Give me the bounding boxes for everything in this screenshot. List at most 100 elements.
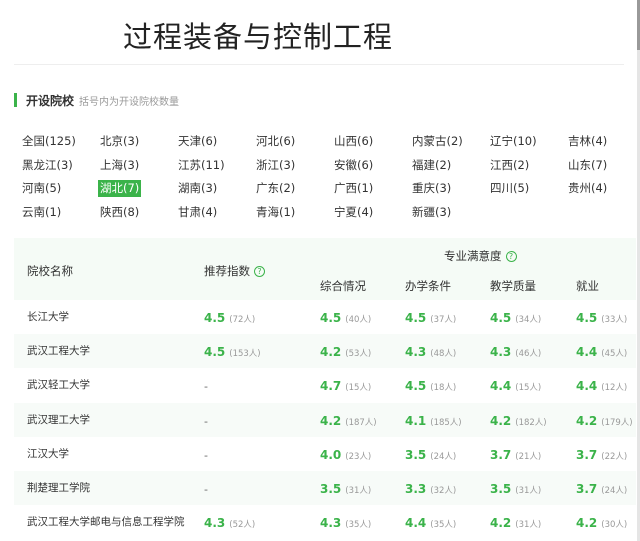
score-cell: 4.5 (18人) [405,368,456,402]
region-option[interactable]: 广西(1) [334,180,373,197]
region-option[interactable]: 浙江(3) [256,157,295,174]
score-value: 4.5 [204,345,226,360]
rating-count: (35人) [430,520,457,531]
score-cell: 4.4 (15人) [490,368,541,402]
table-row[interactable]: 武汉理工大学 -4.2 (187人) 4.1 (185人) 4.2 (182人) 4.2 (17… [14,402,636,437]
score-value: 3.3 [405,482,427,496]
region-option[interactable]: 湖北(7) [98,180,142,197]
region-option[interactable]: 湖南(3) [178,180,217,197]
region-option[interactable]: 河南(5) [22,180,61,197]
rating-count: (31人) [515,486,542,496]
school-name[interactable]: 江汉大学 [27,437,69,471]
help-icon[interactable]: ? [505,251,517,262]
score-value: 4.2 [490,413,512,428]
page-title: 过程装备与控制工程 [123,20,394,54]
region-option[interactable]: 四川(5) [490,180,529,197]
school-name[interactable]: 长江大学 [27,300,69,334]
divider [14,64,624,65]
score-cell: 4.3 (46人) [490,334,541,368]
table-row[interactable]: 荆楚理工学院 -3.5 (31人) 3.3 (32人) 3.5 (31人) 3.7 (24人) [14,471,636,505]
score-cell: 3.7 (21人) [490,437,541,471]
score-value: 4.4 [576,379,598,394]
score-value: 4.0 [320,447,342,462]
score-cell: 4.2 (179人) [576,403,633,437]
empty-score: - [204,414,208,428]
rating-count: (22人) [601,451,628,462]
score-value: 4.2 [490,516,512,531]
region-option[interactable]: 北京(3) [100,133,139,150]
region-option[interactable]: 全国(125) [22,133,76,150]
table-row[interactable]: 长江大学 4.5 (72人) 4.5 (40人) 4.5 (37人) 4.5 (34人) 4.5(… [14,300,636,334]
score-value: 4.2 [320,345,342,360]
score-value: 4.2 [320,413,342,428]
region-option[interactable]: 辽宁(10) [490,133,537,150]
region-option[interactable]: 贵州(4) [568,180,607,197]
region-option[interactable]: 重庆(3) [412,180,451,197]
region-option[interactable]: 山西(6) [334,133,373,150]
score-cell: 4.4 (35人) [405,505,456,539]
region-option[interactable]: 江西(2) [490,157,529,174]
region-option[interactable]: 甘肃(4) [178,204,217,221]
region-option[interactable]: 云南(1) [22,204,61,221]
section-header: 开设院校 括号内为开设院校数量 [14,93,179,108]
region-option[interactable]: 广东(2) [256,180,295,197]
region-option[interactable]: 内蒙古(2) [412,133,463,150]
rating-count: (34人) [515,315,542,325]
header-employment: 就业 [576,279,599,293]
school-name[interactable]: 武汉工程大学邮电与信息工程学院 [27,505,185,539]
score-cell: 4.2 (30人) [576,505,627,539]
region-option[interactable]: 陕西(8) [100,204,139,221]
school-name[interactable]: 武汉工程大学 [27,334,90,368]
header-conditions: 办学条件 [405,279,451,293]
rating-count: (33人) [601,315,628,325]
score-value: 3.7 [576,447,598,462]
rating-count: (32人) [430,486,457,496]
header-recommend-label: 推荐指数 [204,264,250,278]
rating-count: (52人) [229,520,256,531]
score-cell: 4.2 (182人) [490,403,547,437]
region-option[interactable]: 宁夏(4) [334,204,373,221]
rating-count: (182人) [515,417,547,428]
region-option[interactable]: 山东(7) [568,157,607,174]
score-value: 4.3 [204,516,226,531]
help-icon[interactable]: ? [254,266,265,277]
score-cell: - [204,403,208,437]
header-recommend: 推荐指数? [204,263,265,279]
table-row[interactable]: 江汉大学 -4.0 (23人) 3.5 (24人) 3.7 (21人) 3.7 (22人) [14,437,636,471]
table-row[interactable]: 武汉工程大学邮电与信息工程学院 4.3 (52人) 4.3 (35人) 4.4 (35人) 4… [14,505,636,539]
table-row[interactable]: 武汉轻工大学 -4.7 (15人) 4.5 (18人) 4.4 (15人) 4.4 (12人) [14,368,636,402]
header-school: 院校名称 [27,264,73,278]
region-option[interactable]: 吉林(4) [568,133,607,150]
score-cell: 4.2 (31人) [490,505,541,539]
rating-count: (21人) [515,451,542,462]
region-option[interactable]: 新疆(3) [412,204,451,221]
rating-count: (187人) [345,417,377,428]
rating-count: (185人) [430,417,462,428]
school-name[interactable]: 荆楚理工学院 [27,471,90,505]
rating-count: (72人) [229,315,256,325]
rating-count: (12人) [601,383,628,394]
table-row[interactable]: 武汉工程大学 4.5 (153人) 4.2 (53人) 4.3 (48人) 4.3 (46人) 4… [14,334,636,369]
table-header: 院校名称 推荐指数? 专业满意度? 综合情况 办学条件 教学质量 就业 [14,238,636,300]
score-value: 4.4 [576,345,598,360]
score-cell: 4.2 (53人) [320,334,371,368]
school-name[interactable]: 武汉理工大学 [27,403,90,437]
score-cell: 4.4 (45人) [576,334,627,368]
region-option[interactable]: 河北(6) [256,133,295,150]
rating-count: (24人) [601,486,628,496]
region-option[interactable]: 青海(1) [256,204,295,221]
region-option[interactable]: 江苏(11) [178,157,225,174]
region-option[interactable]: 安徽(6) [334,157,373,174]
score-cell: 4.5 (153人) [204,334,261,368]
region-option[interactable]: 上海(3) [100,157,139,174]
region-option[interactable]: 福建(2) [412,157,451,174]
region-option[interactable]: 天津(6) [178,133,217,150]
school-name[interactable]: 武汉轻工大学 [27,368,90,402]
region-option[interactable]: 黑龙江(3) [22,157,73,174]
score-value: 3.5 [405,447,427,462]
rating-count: (35人) [345,520,372,531]
score-cell: 4.5 (37人) [405,300,456,334]
rating-count: (15人) [515,383,542,394]
section-title: 开设院校 [26,93,75,108]
score-cell: 4.3 (52人) [204,505,255,539]
